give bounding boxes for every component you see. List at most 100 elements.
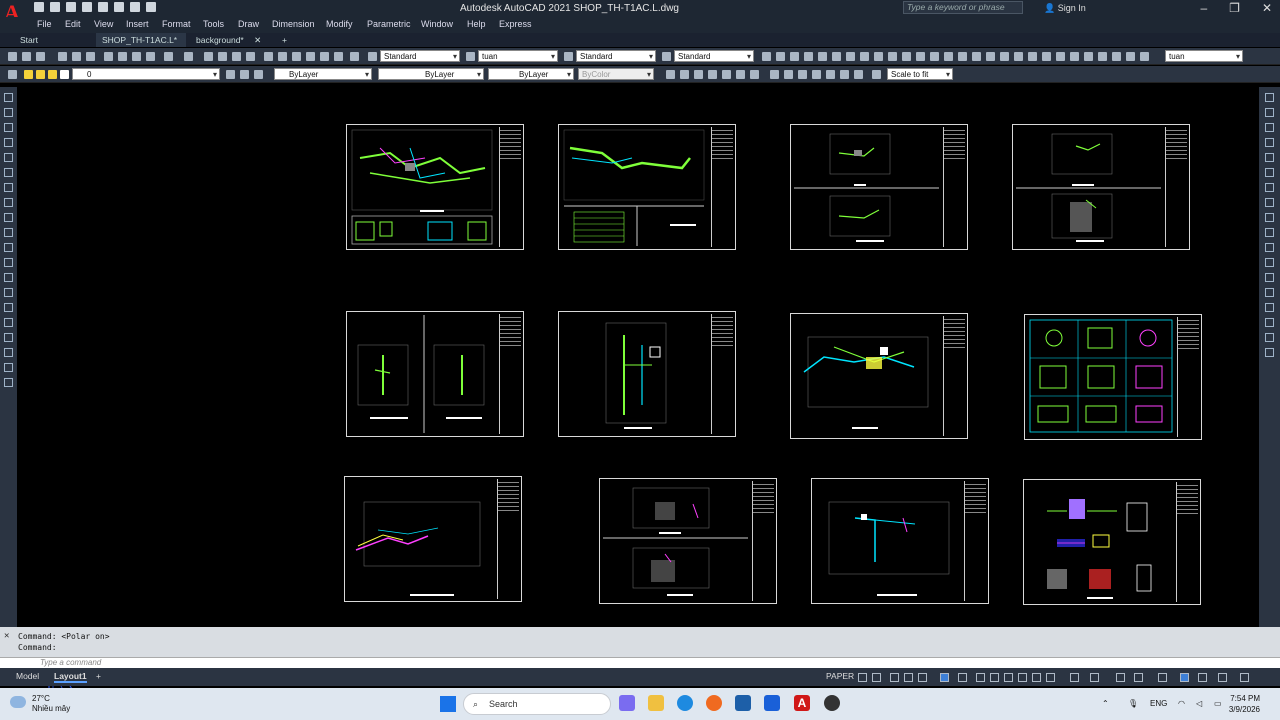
- units-icon[interactable]: [1116, 673, 1125, 682]
- polygonal-viewport-icon[interactable]: [784, 70, 793, 79]
- sun-icon[interactable]: [36, 70, 45, 79]
- tab-start[interactable]: Start: [14, 33, 94, 47]
- arc-icon[interactable]: [4, 168, 13, 177]
- cut-icon[interactable]: [104, 52, 113, 61]
- menu-express[interactable]: Express: [499, 19, 532, 29]
- sheet-set-icon[interactable]: [306, 52, 315, 61]
- teams-icon[interactable]: [619, 695, 635, 711]
- saveas-icon[interactable]: [82, 2, 92, 12]
- zoom-window-icon[interactable]: [232, 52, 241, 61]
- stretch-icon[interactable]: [1265, 213, 1274, 222]
- plot-icon[interactable]: [58, 52, 67, 61]
- radius-dim-icon[interactable]: [818, 52, 827, 61]
- hatch-icon[interactable]: [1098, 52, 1107, 61]
- clean-screen-icon[interactable]: [1218, 673, 1227, 682]
- rotate-icon[interactable]: [1265, 183, 1274, 192]
- layout-sheet-11[interactable]: [811, 478, 989, 604]
- annotation-monitor-icon[interactable]: [1090, 673, 1099, 682]
- menu-parametric[interactable]: Parametric: [367, 19, 411, 29]
- dim-update-icon[interactable]: [1028, 52, 1037, 61]
- zoom-realtime-icon[interactable]: [218, 52, 227, 61]
- tolerance-icon[interactable]: [944, 52, 953, 61]
- center-mark-icon[interactable]: [958, 52, 967, 61]
- publish-icon[interactable]: [86, 52, 95, 61]
- jogged-dim-icon[interactable]: [832, 52, 841, 61]
- menu-dimension[interactable]: Dimension: [272, 19, 315, 29]
- menu-window[interactable]: Window: [421, 19, 453, 29]
- mtext-icon[interactable]: [4, 363, 13, 372]
- break-point-icon[interactable]: [1265, 258, 1274, 267]
- transparency-icon[interactable]: [1004, 673, 1013, 682]
- menu-format[interactable]: Format: [162, 19, 191, 29]
- text-style-select[interactable]: Standard: [380, 50, 460, 63]
- add-layout-icon[interactable]: +: [96, 671, 101, 681]
- angular-dim-icon[interactable]: [860, 52, 869, 61]
- layer-select[interactable]: 0: [72, 68, 220, 81]
- gradient-icon[interactable]: [4, 318, 13, 327]
- revision-cloud-icon[interactable]: [4, 198, 13, 207]
- help-icon[interactable]: [350, 52, 359, 61]
- lineweight-select[interactable]: ByLayer: [488, 68, 574, 81]
- explode-icon[interactable]: [1265, 348, 1274, 357]
- redo-icon[interactable]: [184, 52, 193, 61]
- trim-icon[interactable]: [1265, 228, 1274, 237]
- isodraft-icon[interactable]: [940, 673, 949, 682]
- fillet-icon[interactable]: [1265, 318, 1274, 327]
- block-icon[interactable]: [1056, 52, 1065, 61]
- polar-icon[interactable]: [918, 673, 927, 682]
- windows-start-icon[interactable]: [440, 696, 456, 712]
- help-search-input[interactable]: Type a keyword or phrase: [903, 1, 1023, 14]
- layout-sheet-3[interactable]: [790, 124, 968, 250]
- lock-icon[interactable]: [48, 70, 57, 79]
- layout-sheet-12[interactable]: [1023, 479, 1201, 605]
- quick-dim-icon[interactable]: [874, 52, 883, 61]
- ellipse-arc-icon[interactable]: [4, 243, 13, 252]
- layout-sheet-5[interactable]: [346, 311, 524, 437]
- circle-icon[interactable]: [1070, 52, 1079, 61]
- convert-viewport-icon[interactable]: [812, 70, 821, 79]
- volume-icon[interactable]: ◁: [1196, 699, 1202, 708]
- layer-state-icon[interactable]: [254, 70, 263, 79]
- text-c-icon[interactable]: [694, 70, 703, 79]
- properties-icon[interactable]: [264, 52, 273, 61]
- dynamic-ucs-icon[interactable]: [1046, 673, 1055, 682]
- new-icon[interactable]: [34, 2, 44, 12]
- table-icon[interactable]: [4, 348, 13, 357]
- sign-in-link[interactable]: 👤 Sign In: [1044, 3, 1086, 14]
- layer-previous-icon[interactable]: [240, 70, 249, 79]
- store-icon[interactable]: [735, 695, 751, 711]
- dim-text-edit-icon[interactable]: [1014, 52, 1023, 61]
- layout-sheet-7[interactable]: [790, 313, 968, 439]
- tray-chevron-icon[interactable]: ⌃: [1102, 699, 1109, 708]
- isolate-objects-icon[interactable]: [1180, 673, 1189, 682]
- linear-dim-icon[interactable]: [762, 52, 771, 61]
- close-icon[interactable]: ✕: [4, 631, 9, 641]
- menu-draw[interactable]: Draw: [238, 19, 259, 29]
- layout-sheet-2[interactable]: [558, 124, 736, 250]
- menu-help[interactable]: Help: [467, 19, 486, 29]
- break-icon[interactable]: [1265, 273, 1274, 282]
- text-b-icon[interactable]: [680, 70, 689, 79]
- snap-icon[interactable]: [872, 673, 881, 682]
- new-icon[interactable]: [8, 52, 17, 61]
- extend-icon[interactable]: [1265, 243, 1274, 252]
- open-icon[interactable]: [22, 52, 31, 61]
- redo-icon[interactable]: [146, 2, 156, 12]
- diameter-dim-icon[interactable]: [846, 52, 855, 61]
- layout-sheet-10[interactable]: [599, 478, 777, 604]
- viewport-icon[interactable]: [770, 70, 779, 79]
- open-icon[interactable]: [50, 2, 60, 12]
- line-icon[interactable]: [4, 93, 13, 102]
- taskbar-search[interactable]: ⌕ Search: [463, 693, 611, 715]
- weather-widget[interactable]: 27°C Nhiều mây: [32, 694, 70, 714]
- color-select[interactable]: ByLayer: [274, 68, 372, 81]
- menu-modify[interactable]: Modify: [326, 19, 353, 29]
- clip-viewport-icon[interactable]: [798, 70, 807, 79]
- menu-view[interactable]: View: [94, 19, 113, 29]
- quickcalc-icon[interactable]: [334, 52, 343, 61]
- make-current-icon[interactable]: [226, 70, 235, 79]
- construction-line-icon[interactable]: [4, 108, 13, 117]
- minimize-icon[interactable]: –: [1200, 1, 1207, 15]
- polyline-icon[interactable]: [4, 123, 13, 132]
- otrack-icon[interactable]: [976, 673, 985, 682]
